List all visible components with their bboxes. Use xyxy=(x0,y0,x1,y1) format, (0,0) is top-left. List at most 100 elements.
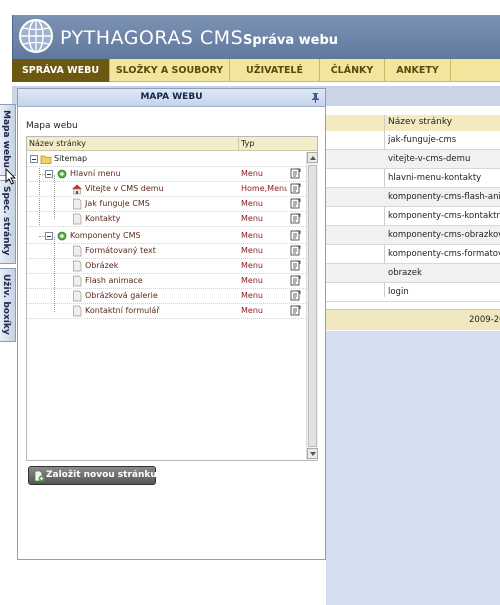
site-map-panel: MAPA WEBU Mapa webu Název stránky Typ Si… xyxy=(17,88,326,560)
page-background xyxy=(326,331,500,605)
tree-node-label[interactable]: Formátovaný text xyxy=(85,246,156,255)
tree-row-obrazkova-galerie[interactable]: Obrázková galerie Menu xyxy=(27,289,306,304)
type-cell: Menu xyxy=(241,199,263,208)
page-url-cell: komponenty-cms-formatovany-text xyxy=(388,249,500,259)
tree-row-vitejte[interactable]: Vitejte v CMS demu Home,Menu xyxy=(27,182,306,197)
page-icon xyxy=(73,198,82,210)
tree-row-kontaktni-formular[interactable]: Kontaktní formulář Menu xyxy=(27,304,306,319)
tree-node-label[interactable]: Hlavní menu xyxy=(70,169,121,178)
page-icon xyxy=(73,260,82,272)
tree-row-jak-funguje[interactable]: Jak funguje CMS Menu xyxy=(27,197,306,212)
type-cell: Menu xyxy=(241,276,263,285)
globe-logo-icon xyxy=(19,19,53,53)
column-header-name[interactable]: Název stránky xyxy=(29,139,86,148)
tree-node-label[interactable]: Flash animace xyxy=(85,276,143,285)
header-divider xyxy=(238,137,239,151)
scroll-up-button[interactable] xyxy=(307,152,318,163)
edit-page-icon[interactable] xyxy=(290,168,301,179)
edit-page-icon[interactable] xyxy=(290,230,301,241)
menu-item-clanky[interactable]: ČLÁNKY xyxy=(320,59,385,82)
collapse-toggle[interactable] xyxy=(30,155,38,163)
type-cell: Menu xyxy=(241,169,263,178)
tab-uziv-boxiky[interactable]: Uživ. boxíky xyxy=(0,268,16,342)
menu-item-uzivatele[interactable]: UŽIVATELÉ xyxy=(230,59,320,82)
page-icon xyxy=(73,275,82,287)
edit-page-icon[interactable] xyxy=(290,183,301,194)
tab-label: Uživ. boxíky xyxy=(1,274,11,335)
page-url-cell: obrazek xyxy=(388,268,422,278)
pin-icon[interactable] xyxy=(309,91,322,104)
tree-row-sitemap[interactable]: Sitemap xyxy=(27,152,306,167)
page-url-cell: jak-funguje-cms xyxy=(388,135,457,145)
page-url-cell: komponenty-cms-kontaktni-formular xyxy=(388,211,500,221)
new-page-label: Založit novou stránku xyxy=(46,470,157,480)
page-url-cell: vitejte-v-cms-demu xyxy=(388,154,471,164)
type-cell: Home,Menu xyxy=(241,184,287,193)
tree-row-kontakty[interactable]: Kontakty Menu xyxy=(27,212,306,227)
page-url-cell: hlavni-menu-kontakty xyxy=(388,173,482,183)
tree-node-label[interactable]: Jak funguje CMS xyxy=(85,199,150,208)
app-header: PYTHAGORAS CMS Správa webu xyxy=(0,0,500,60)
type-cell: Menu xyxy=(241,214,263,223)
pages-table-header-label: Název stránky xyxy=(388,117,453,127)
new-page-button[interactable]: Založit novou stránku xyxy=(28,466,157,485)
tree-row-obrazek[interactable]: Obrázek Menu xyxy=(27,259,306,274)
tree-row-hlavni-menu[interactable]: Hlavní menu Menu xyxy=(27,167,306,182)
scroll-down-button[interactable] xyxy=(307,448,318,459)
page-icon xyxy=(73,245,82,257)
tab-spec-stranky[interactable]: Spec. stránky xyxy=(0,180,16,264)
tree-node-label[interactable]: Obrázková galerie xyxy=(85,291,158,300)
menu-item-sprava-webu[interactable]: SPRÁVA WEBU xyxy=(12,59,110,82)
tree-node-label[interactable]: Kontaktní formulář xyxy=(85,306,160,315)
site-tree-grid: Název stránky Typ Sitemap Hlavní menu Me… xyxy=(26,136,318,461)
tree-node-label[interactable]: Obrázek xyxy=(85,261,118,270)
type-cell: Menu xyxy=(241,261,263,270)
new-page-icon xyxy=(34,470,45,482)
page-url-cell: login xyxy=(388,287,409,297)
edit-page-icon[interactable] xyxy=(290,198,301,209)
menu-item-slozky-a-soubory[interactable]: SLOŽKY A SOUBORY xyxy=(110,59,230,82)
column-header-type[interactable]: Typ xyxy=(241,139,254,148)
grid-header: Název stránky Typ xyxy=(27,137,317,151)
type-cell: Menu xyxy=(241,306,263,315)
footer-date: 2009-20 xyxy=(469,315,500,325)
edit-page-icon[interactable] xyxy=(290,305,301,316)
page-url-cell: komponenty-cms-obrazkova-galerie xyxy=(388,230,500,240)
tree-row-formatovany-text[interactable]: Formátovaný text Menu xyxy=(27,244,306,259)
tab-label: Spec. stránky xyxy=(1,186,11,256)
edit-page-icon[interactable] xyxy=(290,245,301,256)
edit-page-icon[interactable] xyxy=(290,275,301,286)
tab-label: Mapa webu xyxy=(1,110,11,168)
page-url-cell: komponenty-cms-flash-animace xyxy=(388,192,500,202)
edit-page-icon[interactable] xyxy=(290,290,301,301)
tree-node-label[interactable]: Kontakty xyxy=(85,214,120,223)
type-cell: Menu xyxy=(241,291,263,300)
collapse-toggle[interactable] xyxy=(45,232,53,240)
type-cell: Menu xyxy=(241,231,263,240)
app-title: PYTHAGORAS CMS xyxy=(60,27,244,49)
tab-mapa-webu[interactable]: Mapa webu xyxy=(0,104,16,176)
menu-item-ankety[interactable]: ANKETY xyxy=(385,59,451,82)
app-subtitle: Správa webu xyxy=(243,33,339,48)
menu-node-icon xyxy=(57,169,67,179)
collapse-toggle[interactable] xyxy=(45,170,53,178)
edit-page-icon[interactable] xyxy=(290,260,301,271)
vertical-scrollbar[interactable] xyxy=(306,152,318,460)
main-menu: SPRÁVA WEBU SLOŽKY A SOUBORY UŽIVATELÉ Č… xyxy=(12,59,500,82)
tree-node-label[interactable]: Sitemap xyxy=(54,154,87,163)
folder-icon xyxy=(40,155,52,164)
tree-node-label[interactable]: Vitejte v CMS demu xyxy=(85,184,164,193)
scroll-thumb[interactable] xyxy=(308,165,317,447)
type-cell: Menu xyxy=(241,246,263,255)
edit-page-icon[interactable] xyxy=(290,213,301,224)
tree-row-flash-animace[interactable]: Flash animace Menu xyxy=(27,274,306,289)
mouse-cursor-icon xyxy=(5,168,17,185)
tree-row-komponenty[interactable]: Komponenty CMS Menu xyxy=(27,229,306,244)
panel-title: MAPA WEBU xyxy=(140,92,203,102)
section-label: Mapa webu xyxy=(26,121,78,131)
page-icon xyxy=(73,213,82,225)
page-icon xyxy=(73,290,82,302)
home-page-icon xyxy=(72,184,82,195)
page-icon xyxy=(73,305,82,317)
tree-node-label[interactable]: Komponenty CMS xyxy=(70,231,141,240)
